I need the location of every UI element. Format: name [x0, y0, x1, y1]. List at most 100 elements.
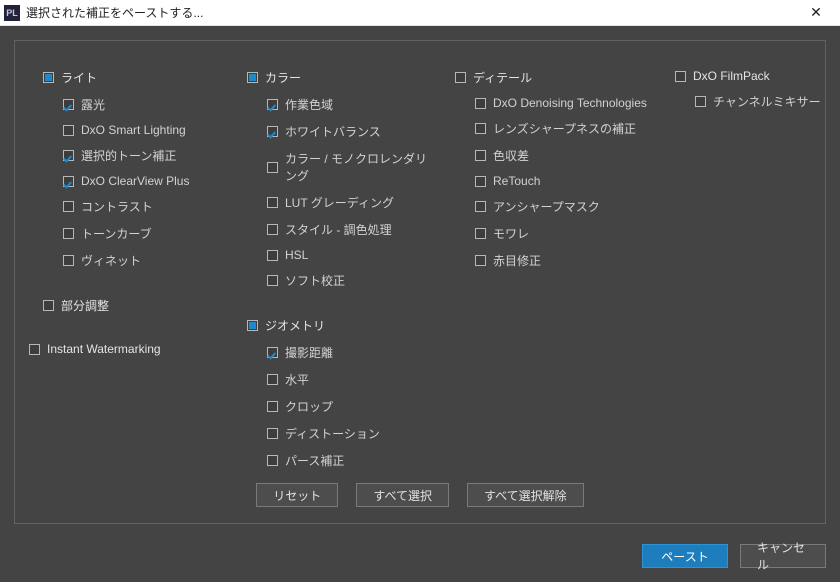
- item-checkbox[interactable]: [695, 96, 706, 107]
- list-item: トーンカーブ: [63, 225, 233, 242]
- dialog-footer: ペースト キャンセル: [642, 544, 826, 568]
- options-panel: ライト 露光 DxO Smart Lighting 選択的トーン補正 DxO Clea…: [14, 40, 826, 524]
- item-checkbox[interactable]: [475, 201, 486, 212]
- item-checkbox[interactable]: [267, 401, 278, 412]
- item-label: 赤目修正: [493, 252, 541, 269]
- list-item: モワレ: [475, 225, 655, 242]
- list-item: 撮影距離: [267, 344, 437, 361]
- item-checkbox[interactable]: [63, 201, 74, 212]
- item-label: 色収差: [493, 147, 529, 164]
- item-checkbox[interactable]: [475, 255, 486, 266]
- item-label: DxO Smart Lighting: [81, 123, 186, 137]
- item-label: 選択的トーン補正: [81, 147, 176, 164]
- group-filmpack-checkbox[interactable]: [675, 71, 686, 82]
- list-item: 水平: [267, 371, 437, 388]
- group-geometry-checkbox[interactable]: [247, 320, 258, 331]
- item-label: クロップ: [285, 398, 333, 415]
- item-label: コントラスト: [81, 198, 153, 215]
- group-watermarking-checkbox[interactable]: [29, 344, 40, 355]
- item-checkbox[interactable]: [267, 162, 278, 173]
- item-checkbox[interactable]: [63, 125, 74, 136]
- paste-button[interactable]: ペースト: [642, 544, 728, 568]
- group-light: ライト 露光 DxO Smart Lighting 選択的トーン補正 DxO Clea…: [43, 69, 233, 269]
- item-checkbox[interactable]: [267, 126, 278, 137]
- item-checkbox[interactable]: [267, 224, 278, 235]
- list-item: アンシャープマスク: [475, 198, 655, 215]
- item-checkbox[interactable]: [475, 228, 486, 239]
- item-label: ReTouch: [493, 174, 540, 188]
- group-light-checkbox[interactable]: [43, 72, 54, 83]
- item-label: スタイル - 調色処理: [285, 221, 392, 238]
- list-item: コントラスト: [63, 198, 233, 215]
- item-checkbox[interactable]: [475, 123, 486, 134]
- item-checkbox[interactable]: [63, 99, 74, 110]
- group-color-label: カラー: [265, 69, 301, 86]
- deselect-all-button[interactable]: すべて選択解除: [467, 483, 584, 507]
- item-checkbox[interactable]: [267, 428, 278, 439]
- item-label: HSL: [285, 248, 308, 262]
- list-item: スタイル - 調色処理: [267, 221, 437, 238]
- group-local: 部分調整: [43, 297, 233, 314]
- group-color: カラー 作業色域ホワイトバランスカラー / モノクロレンダリング LUT グレーデ…: [247, 69, 437, 289]
- panel-button-row: リセット すべて選択 すべて選択解除: [15, 483, 825, 507]
- group-detail-label: ディテール: [473, 69, 532, 86]
- group-light-label: ライト: [61, 69, 97, 86]
- group-filmpack-label: DxO FilmPack: [693, 69, 770, 83]
- item-label: DxO ClearView Plus: [81, 174, 189, 188]
- item-checkbox[interactable]: [267, 347, 278, 358]
- item-label: LUT グレーディング: [285, 194, 394, 211]
- group-geometry-items: 撮影距離水平クロップディストーションパース補正: [247, 344, 437, 469]
- select-all-button[interactable]: すべて選択: [356, 483, 449, 507]
- reset-button[interactable]: リセット: [256, 483, 338, 507]
- list-item: チャンネルミキサー: [695, 93, 825, 110]
- list-item: DxO Smart Lighting: [63, 123, 233, 137]
- list-item: ホワイトバランス: [267, 123, 437, 140]
- item-label: 露光: [81, 96, 105, 113]
- list-item: ソフト校正: [267, 272, 437, 289]
- list-item: ヴィネット: [63, 252, 233, 269]
- item-checkbox[interactable]: [267, 197, 278, 208]
- close-button[interactable]: ✕: [798, 0, 834, 26]
- item-checkbox[interactable]: [63, 228, 74, 239]
- item-label: ソフト校正: [285, 272, 345, 289]
- item-checkbox[interactable]: [475, 176, 486, 187]
- group-geometry: ジオメトリ 撮影距離水平クロップディストーションパース補正: [247, 317, 437, 469]
- app-icon: PL: [4, 5, 20, 21]
- item-checkbox[interactable]: [267, 250, 278, 261]
- item-checkbox[interactable]: [267, 275, 278, 286]
- item-label: アンシャープマスク: [493, 198, 600, 215]
- list-item: HSL: [267, 248, 437, 262]
- item-checkbox[interactable]: [63, 150, 74, 161]
- list-item: 赤目修正: [475, 252, 655, 269]
- item-label: ディストーション: [285, 425, 380, 442]
- item-label: 作業色域: [285, 96, 333, 113]
- item-label: トーンカーブ: [81, 225, 152, 242]
- item-label: レンズシャープネスの補正: [493, 120, 636, 137]
- list-item: カラー / モノクロレンダリング: [267, 150, 437, 184]
- item-label: モワレ: [493, 225, 529, 242]
- group-detail-items: DxO Denoising Technologies レンズシャープネスの補正色収…: [455, 96, 655, 269]
- titlebar: PL 選択された補正をペーストする... ✕: [0, 0, 840, 26]
- window-title: 選択された補正をペーストする...: [26, 4, 798, 21]
- group-filmpack: DxO FilmPack チャンネルミキサー: [675, 69, 825, 110]
- item-checkbox[interactable]: [267, 374, 278, 385]
- list-item: ディストーション: [267, 425, 437, 442]
- cancel-button[interactable]: キャンセル: [740, 544, 826, 568]
- item-checkbox[interactable]: [267, 99, 278, 110]
- item-checkbox[interactable]: [267, 455, 278, 466]
- list-item: パース補正: [267, 452, 437, 469]
- group-local-checkbox[interactable]: [43, 300, 54, 311]
- item-checkbox[interactable]: [63, 255, 74, 266]
- dialog-body: ライト 露光 DxO Smart Lighting 選択的トーン補正 DxO Clea…: [0, 26, 840, 582]
- group-color-checkbox[interactable]: [247, 72, 258, 83]
- item-checkbox[interactable]: [475, 150, 486, 161]
- item-label: DxO Denoising Technologies: [493, 96, 647, 110]
- group-detail-checkbox[interactable]: [455, 72, 466, 83]
- list-item: 選択的トーン補正: [63, 147, 233, 164]
- group-detail: ディテール DxO Denoising Technologies レンズシャープネ…: [455, 69, 655, 269]
- item-checkbox[interactable]: [63, 176, 74, 187]
- list-item: DxO Denoising Technologies: [475, 96, 655, 110]
- item-checkbox[interactable]: [475, 98, 486, 109]
- list-item: レンズシャープネスの補正: [475, 120, 655, 137]
- group-filmpack-items: チャンネルミキサー: [675, 93, 825, 110]
